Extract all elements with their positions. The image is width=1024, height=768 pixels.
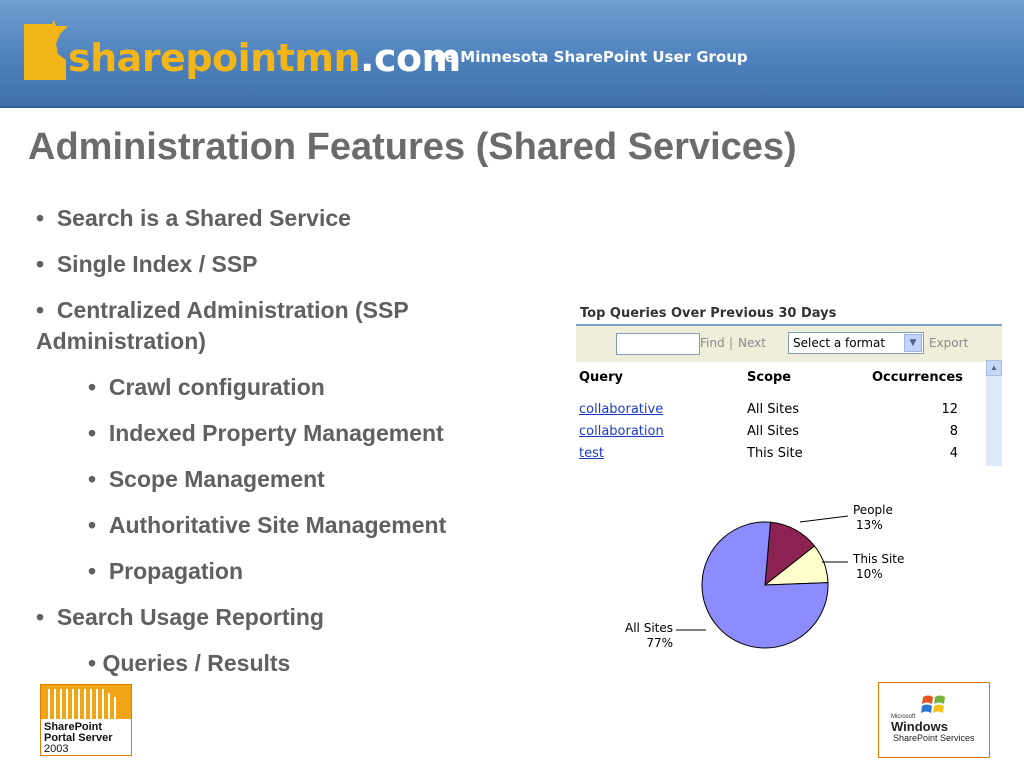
sub-bullet-item: • Queries / Results bbox=[88, 650, 291, 676]
windows-sharepoint-services-logo: Microsoft Windows SharePoint Services bbox=[878, 682, 990, 758]
minnesota-logo-icon bbox=[24, 20, 68, 80]
query-link[interactable]: test bbox=[579, 446, 604, 461]
toolbar-separator: | bbox=[729, 336, 734, 350]
slide-title: Administration Features (Shared Services… bbox=[28, 126, 797, 168]
pie-label-all-sites-name: All Sites bbox=[625, 621, 673, 635]
query-link[interactable]: collaboration bbox=[579, 424, 664, 439]
next-link[interactable]: Next bbox=[738, 336, 766, 350]
pie-label-people-value: 13% bbox=[856, 518, 883, 532]
scope-cell: All Sites bbox=[747, 424, 799, 439]
bullet-item-continued: Administration) bbox=[36, 328, 206, 354]
occurrences-cell: 4 bbox=[949, 446, 958, 461]
sub-bullet-item: • Scope Management bbox=[88, 466, 325, 492]
scroll-up-icon[interactable]: ▲ bbox=[986, 360, 1002, 376]
logo-left-line3: 2003 bbox=[44, 743, 69, 755]
occurrences-cell: 12 bbox=[941, 402, 958, 417]
pie-label-people-name: People bbox=[853, 503, 893, 517]
report-toolbar: Find | Next Select a format ▼ Export bbox=[576, 326, 1002, 362]
pie-leader-lines bbox=[676, 515, 849, 631]
header-banner: sharepointmn.com The Minnesota SharePoin… bbox=[0, 0, 1024, 108]
brand-part1: sharepointmn bbox=[68, 36, 361, 80]
bullet-item: • Single Index / SSP bbox=[36, 251, 258, 277]
table-scrollbar[interactable]: ▲ bbox=[986, 360, 1002, 466]
sub-bullet-item: • Crawl configuration bbox=[88, 374, 325, 400]
report-title: Top Queries Over Previous 30 Days bbox=[580, 306, 837, 321]
scope-cell: This Site bbox=[747, 446, 803, 461]
pie-label-this-site-name: This Site bbox=[853, 552, 905, 566]
column-header-query[interactable]: Query bbox=[579, 370, 623, 385]
occurrences-cell: 8 bbox=[949, 424, 958, 439]
sub-bullet-item: • Propagation bbox=[88, 558, 244, 584]
pie-label-all-sites: All Sites 77% bbox=[625, 621, 673, 651]
sub-bullet-item: • Authoritative Site Management bbox=[88, 512, 447, 538]
column-header-occurrences[interactable]: Occurrences bbox=[872, 370, 963, 385]
query-link[interactable]: collaborative bbox=[579, 402, 663, 417]
header-tagline: The Minnesota SharePoint User Group bbox=[424, 48, 748, 66]
logo-right-sps: SharePoint Services bbox=[893, 733, 975, 743]
windows-flag-icon bbox=[921, 695, 945, 713]
sub-bullet-item: • Indexed Property Management bbox=[88, 420, 444, 446]
pie-label-people: People 13% bbox=[853, 503, 893, 533]
pie-label-all-sites-value: 77% bbox=[646, 636, 673, 650]
logo-color-bar bbox=[41, 685, 131, 719]
chevron-down-icon[interactable]: ▼ bbox=[904, 334, 922, 352]
export-link[interactable]: Export bbox=[929, 336, 968, 350]
bullet-item: • Centralized Administration (SSP bbox=[36, 297, 409, 323]
sharepoint-portal-server-logo: SharePoint Portal Server 2003 bbox=[40, 684, 132, 756]
bullet-item: • Search Usage Reporting bbox=[36, 604, 324, 630]
find-input[interactable] bbox=[616, 333, 700, 355]
logo-left-text: SharePoint Portal Server 2003 bbox=[44, 722, 112, 755]
scope-cell: All Sites bbox=[747, 402, 799, 417]
format-select-value: Select a format bbox=[793, 336, 886, 350]
pie-label-this-site-value: 10% bbox=[856, 567, 883, 581]
pie-label-this-site: This Site 10% bbox=[853, 552, 904, 582]
logo-right-windows: Windows bbox=[891, 719, 948, 734]
brand-logo-text: sharepointmn.com bbox=[68, 34, 461, 82]
format-select[interactable]: Select a format ▼ bbox=[788, 332, 924, 354]
find-link[interactable]: Find bbox=[700, 336, 725, 350]
column-header-scope[interactable]: Scope bbox=[747, 370, 791, 385]
bullet-item: • Search is a Shared Service bbox=[36, 205, 351, 231]
logo-stripes-icon bbox=[48, 689, 116, 719]
